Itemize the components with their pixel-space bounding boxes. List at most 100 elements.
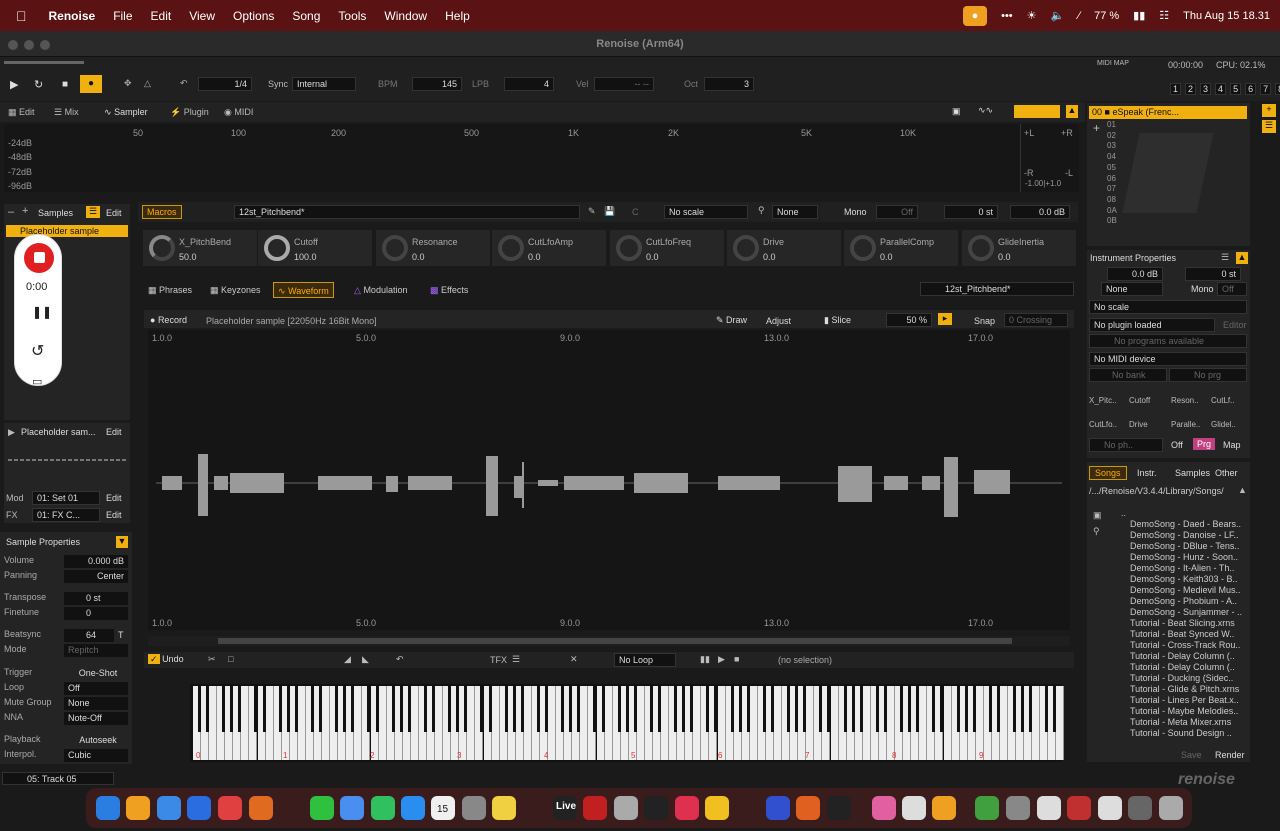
file-list-item[interactable]: Tutorial - Sound Design .. [1130, 728, 1245, 738]
instrument-row[interactable]: 05 [1107, 163, 1117, 174]
shuffle-icon[interactable]: ✕ [570, 654, 578, 665]
preview-icon[interactable] [932, 796, 956, 820]
messages-icon[interactable] [310, 796, 334, 820]
terminal-icon[interactable] [827, 796, 851, 820]
oscilloscope-icon[interactable]: ∿∿ [978, 105, 993, 116]
adjust-button[interactable]: Adjust [766, 316, 791, 326]
reverse-icon[interactable]: ↶ [396, 654, 404, 665]
macro-knob[interactable] [850, 235, 876, 261]
downloads-icon[interactable] [1128, 796, 1152, 820]
trash-icon[interactable]: ▭ [32, 375, 42, 388]
white-key[interactable] [887, 686, 896, 760]
beatsync-toggle[interactable]: T [118, 630, 124, 640]
minimize-window-icon[interactable] [24, 40, 34, 50]
glide-off[interactable]: Off [876, 205, 918, 219]
follow-icon[interactable]: △ [144, 78, 151, 89]
menu-window[interactable]: Window [384, 9, 427, 23]
firefox-icon[interactable] [249, 796, 273, 820]
midi-map-label[interactable]: MIDI MAP [1097, 60, 1129, 67]
sample-list-item[interactable]: Placeholder sample [6, 225, 128, 237]
prg-select[interactable]: No prg [1169, 368, 1247, 382]
bpm-value[interactable]: 145 [412, 77, 462, 91]
apple-icon[interactable]:  [16, 8, 27, 24]
file-list-item[interactable]: DemoSong - Medievil Mus.. [1130, 585, 1245, 595]
tree-icon[interactable] [975, 796, 999, 820]
track-select[interactable]: 05: Track 05 [2, 772, 114, 785]
track-button[interactable]: 1 [1170, 83, 1182, 95]
plugin-editor-button[interactable]: Editor [1223, 320, 1247, 330]
instrument-row[interactable]: 02 [1107, 131, 1117, 142]
browser-tab-other[interactable]: Other [1215, 468, 1238, 478]
track-button[interactable]: 8 [1275, 83, 1280, 95]
file-list-item[interactable]: DemoSong - It-Alien - Th.. [1130, 563, 1245, 573]
browser-tab-instruments[interactable]: Instr. [1137, 468, 1157, 478]
menu-file[interactable]: File [113, 9, 132, 23]
white-key[interactable] [209, 686, 218, 760]
tab-plugin[interactable]: ⚡ Plugin [170, 107, 209, 118]
renoise-icon[interactable] [583, 796, 607, 820]
beatsync-value[interactable]: 64 [64, 629, 114, 642]
undo-button[interactable]: ✓ Undo [148, 654, 184, 665]
macro-value[interactable]: 0.0 [880, 252, 893, 262]
waveform-view[interactable]: 1.0.0 5.0.0 9.0.0 13.0.0 17.0.0 1.0.0 5.… [148, 330, 1070, 630]
instrument-mono[interactable]: Mono [1191, 284, 1214, 294]
white-key[interactable] [975, 686, 984, 760]
fade-in-icon[interactable]: ◢ [344, 654, 351, 665]
finetune-value[interactable]: 0 [64, 607, 128, 620]
tab-keyzones[interactable]: ▦ Keyzones [206, 282, 265, 298]
zoom-window-icon[interactable] [40, 40, 50, 50]
restart-icon[interactable]: ↺ [31, 341, 44, 361]
white-key[interactable] [435, 686, 444, 760]
trigger-value[interactable]: One-Shot [64, 667, 128, 680]
document-icon[interactable] [1037, 796, 1061, 820]
notes-icon[interactable] [492, 796, 516, 820]
launchpad-icon[interactable] [126, 796, 150, 820]
expand-up-icon[interactable]: ▲ [1066, 105, 1078, 118]
instrument-row[interactable]: 0B [1107, 216, 1117, 227]
preview-stop-icon[interactable]: ■ [734, 654, 739, 664]
battery-icon[interactable]: ▮▮ [1133, 9, 1145, 22]
white-key[interactable] [919, 686, 928, 760]
chrome-icon[interactable] [218, 796, 242, 820]
search-icon[interactable]: ⚲ [1093, 526, 1100, 537]
pattern-step-value[interactable]: 1/4 [198, 77, 252, 91]
phrase-preset-select[interactable]: 12st_Pitchbend* [920, 282, 1074, 296]
properties-menu-icon[interactable]: ☰ [1221, 252, 1229, 263]
cut-icon[interactable]: ✂ [208, 654, 216, 665]
logic-icon[interactable] [614, 796, 638, 820]
instrument-scale-key[interactable]: None [1101, 282, 1163, 296]
instrument-row[interactable]: 01 [1107, 120, 1117, 131]
white-key[interactable] [410, 686, 419, 760]
track-button[interactable]: 3 [1200, 83, 1212, 95]
white-key[interactable] [467, 686, 476, 760]
tab-midi[interactable]: ◉ MIDI [224, 107, 253, 118]
macro-mini-label[interactable]: Paralle.. [1171, 420, 1200, 429]
macro-mini-label[interactable]: CutLf.. [1211, 396, 1235, 405]
appletv-icon[interactable] [644, 796, 668, 820]
safari-icon[interactable] [187, 796, 211, 820]
parent-folder-icon[interactable]: ▲ [1238, 485, 1247, 495]
playback-value[interactable]: Autoseek [64, 734, 128, 747]
macro-value[interactable]: 100.0 [294, 252, 317, 262]
mod-edit-button[interactable]: Edit [106, 493, 122, 503]
list-icon[interactable]: ☰ [1262, 120, 1276, 133]
samples-edit-button[interactable]: Edit [106, 208, 122, 218]
mail-icon[interactable] [157, 796, 181, 820]
menu-icon[interactable]: ☰ [512, 654, 520, 665]
macro-value[interactable]: 0.0 [998, 252, 1011, 262]
white-key[interactable] [774, 686, 783, 760]
white-key[interactable] [491, 686, 500, 760]
midi-device-select[interactable]: No MIDI device [1089, 352, 1247, 366]
track-button[interactable]: 5 [1230, 83, 1242, 95]
add-sample-icon[interactable]: + [22, 205, 28, 217]
trash-icon[interactable] [1159, 796, 1183, 820]
fx-select[interactable]: 01: FX C... [32, 508, 100, 522]
menu-options[interactable]: Options [233, 9, 274, 23]
macro-mini-label[interactable]: Drive [1129, 420, 1148, 429]
file-list-item[interactable]: DemoSong - Sunjammer - .. [1130, 607, 1245, 617]
file-icon[interactable] [1098, 796, 1122, 820]
stop-icon[interactable]: ■ [62, 79, 68, 90]
instrument-row[interactable]: 03 [1107, 141, 1117, 152]
browser-path[interactable]: /.../Renoise/V3.4.4/Library/Songs/ [1089, 486, 1224, 496]
white-key[interactable] [1032, 686, 1041, 760]
